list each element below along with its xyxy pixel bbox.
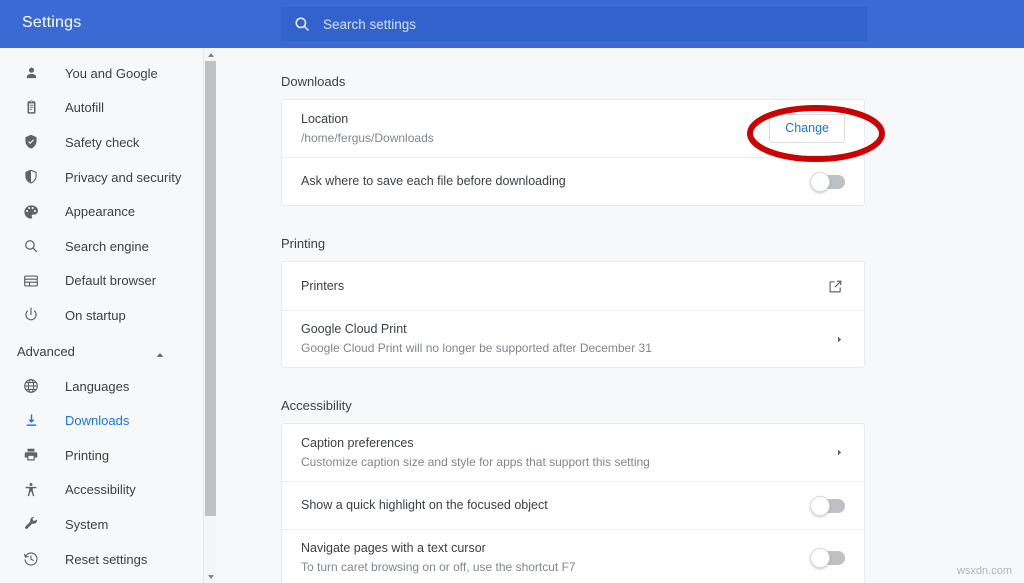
sidebar-item-label: Autofill	[65, 100, 105, 116]
quick-highlight-row: Show a quick highlight on the focused ob…	[282, 481, 864, 529]
search-input[interactable]	[323, 16, 823, 32]
cloud-print-label: Google Cloud Print	[301, 322, 407, 336]
sidebar-item-label: Privacy and security	[65, 169, 182, 185]
sidebar-item-search-engine[interactable]: Search engine	[0, 229, 203, 264]
caption-preferences-label: Caption preferences	[301, 435, 414, 450]
sidebar-item-reset-settings[interactable]: Reset settings	[0, 542, 203, 577]
toggle-knob	[810, 548, 830, 568]
sidebar-item-safety-check[interactable]: Safety check	[0, 125, 203, 160]
section-title-printing: Printing	[281, 236, 326, 251]
accessibility-icon	[21, 480, 41, 500]
sidebar-item-label: You and Google	[65, 65, 158, 81]
browser-window-icon	[21, 271, 41, 291]
external-link-icon[interactable]	[825, 276, 845, 296]
shield-check-icon	[21, 132, 41, 152]
caption-preferences-row[interactable]: Caption preferences Customize caption si…	[282, 424, 864, 481]
shield-icon	[21, 167, 41, 187]
power-icon	[21, 305, 41, 325]
ask-where-to-save-label: Ask where to save each file before downl…	[301, 174, 566, 188]
text-cursor-toggle[interactable]	[810, 548, 845, 568]
sidebar-advanced-label: Advanced	[17, 344, 75, 360]
sidebar-item-privacy-and-security[interactable]: Privacy and security	[0, 160, 203, 195]
ask-where-to-save-toggle[interactable]	[810, 171, 845, 192]
magnifier-icon	[21, 236, 41, 256]
scroll-down-arrow-icon[interactable]	[204, 570, 217, 583]
sidebar-scrollbar[interactable]	[203, 48, 216, 583]
sidebar-item-label: Downloads	[65, 413, 130, 429]
sidebar-item-appearance[interactable]: Appearance	[0, 194, 203, 229]
top-header-bar: Settings	[0, 0, 1024, 48]
sidebar-item-languages[interactable]: Languages	[0, 369, 203, 404]
sidebar-item-label: Search engine	[65, 238, 149, 254]
chevron-right-icon[interactable]	[833, 333, 845, 345]
caption-preferences-sublabel: Customize caption size and style for app…	[301, 454, 650, 469]
sidebar-item-you-and-google[interactable]: You and Google	[0, 56, 203, 91]
text-cursor-label: Navigate pages with a text cursor	[301, 541, 486, 555]
section-title-downloads: Downloads	[281, 74, 346, 89]
sidebar-item-label: Accessibility	[65, 482, 136, 498]
scroll-up-arrow-icon[interactable]	[204, 48, 217, 61]
palette-icon	[21, 202, 41, 222]
printers-row[interactable]: Printers	[282, 262, 864, 310]
sidebar-nav: You and Google Autofill Safety check Pri…	[0, 48, 203, 583]
location-value: /home/fergus/Downloads	[301, 130, 434, 145]
text-cursor-row: Navigate pages with a text cursor To tur…	[282, 529, 864, 583]
settings-page: Settings You and Google	[0, 0, 1024, 583]
page-title: Settings	[22, 14, 82, 31]
sidebar-item-label: Printing	[65, 447, 110, 463]
toggle-knob	[810, 495, 830, 516]
sidebar-advanced-toggle[interactable]: Advanced	[0, 335, 203, 369]
person-icon	[21, 63, 41, 83]
sidebar-item-downloads[interactable]: Downloads	[0, 403, 203, 438]
search-icon	[293, 15, 311, 33]
printers-label: Printers	[301, 278, 345, 293]
chevron-up-icon	[155, 347, 165, 357]
chevron-right-icon[interactable]	[833, 447, 845, 459]
downloads-card: Location /home/fergus/Downloads Change A…	[281, 99, 865, 206]
settings-content: Downloads Location /home/fergus/Download…	[216, 48, 1024, 583]
sidebar-item-label: Default browser	[65, 273, 157, 289]
sidebar-item-label: On startup	[65, 307, 126, 323]
sidebar-item-on-startup[interactable]: On startup	[0, 298, 203, 333]
toggle-knob	[810, 171, 830, 192]
section-title-accessibility: Accessibility	[281, 398, 352, 413]
sidebar-item-label: Reset settings	[65, 551, 148, 567]
sidebar-item-label: Safety check	[65, 134, 140, 150]
clipboard-icon	[21, 98, 41, 118]
ask-where-to-save-row: Ask where to save each file before downl…	[282, 157, 864, 205]
printer-icon	[21, 445, 41, 465]
cloud-print-sublabel: Google Cloud Print will no longer be sup…	[301, 341, 652, 355]
accessibility-card: Caption preferences Customize caption si…	[281, 423, 865, 583]
quick-highlight-label: Show a quick highlight on the focused ob…	[301, 498, 548, 512]
location-label: Location	[301, 111, 349, 126]
sidebar-item-label: Appearance	[65, 204, 136, 220]
printing-card: Printers Google Cloud Print Google Cloud…	[281, 261, 865, 368]
sidebar-item-accessibility[interactable]: Accessibility	[0, 473, 203, 508]
watermark: wsxdn.com	[956, 565, 1012, 577]
quick-highlight-toggle[interactable]	[810, 495, 845, 516]
sidebar-item-default-browser[interactable]: Default browser	[0, 264, 203, 299]
sidebar-item-label: Languages	[65, 378, 130, 394]
text-cursor-sublabel: To turn caret browsing on or off, use th…	[301, 560, 576, 574]
scrollbar-thumb[interactable]	[205, 61, 216, 516]
restore-clock-icon	[21, 549, 41, 569]
download-icon	[21, 411, 41, 431]
globe-icon	[21, 376, 41, 396]
search-settings-bar[interactable]	[281, 7, 867, 41]
download-location-row: Location /home/fergus/Downloads Change	[282, 100, 864, 157]
google-cloud-print-row[interactable]: Google Cloud Print Google Cloud Print wi…	[282, 310, 864, 367]
sidebar-item-system[interactable]: System	[0, 507, 203, 542]
sidebar-item-printing[interactable]: Printing	[0, 438, 203, 473]
wrench-icon	[21, 514, 41, 534]
change-location-button[interactable]: Change	[769, 114, 845, 143]
sidebar-item-label: System	[65, 516, 109, 532]
sidebar-item-autofill[interactable]: Autofill	[0, 91, 203, 126]
